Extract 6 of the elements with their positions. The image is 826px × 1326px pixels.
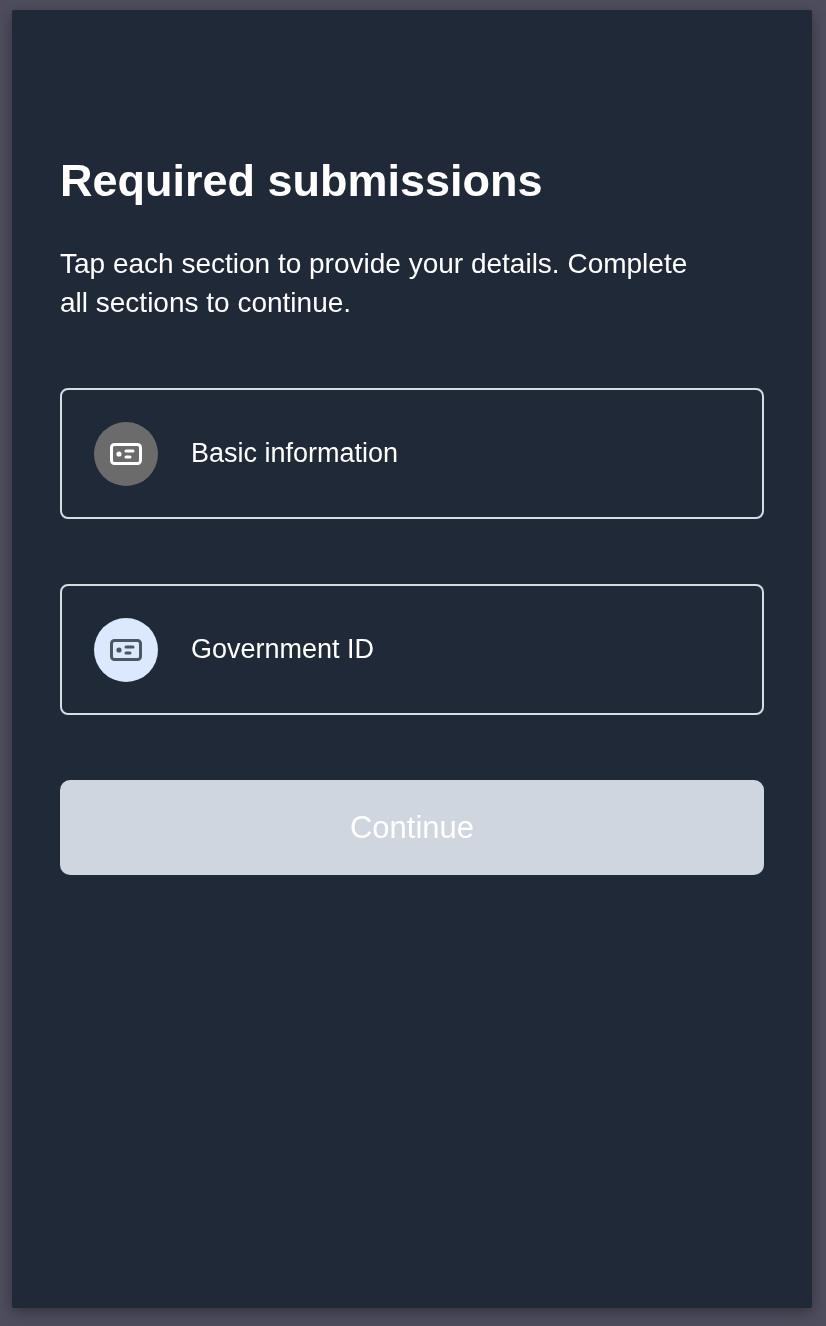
page-title: Required submissions (60, 154, 544, 208)
section-label: Government ID (191, 634, 375, 665)
section-card[interactable]: Basic information (60, 388, 764, 519)
section-card[interactable]: Government ID (60, 584, 764, 715)
instructions-text: Tap each section to provide your details. Complete all sections to continue. (60, 247, 689, 320)
section-label: Basic information (191, 438, 399, 469)
